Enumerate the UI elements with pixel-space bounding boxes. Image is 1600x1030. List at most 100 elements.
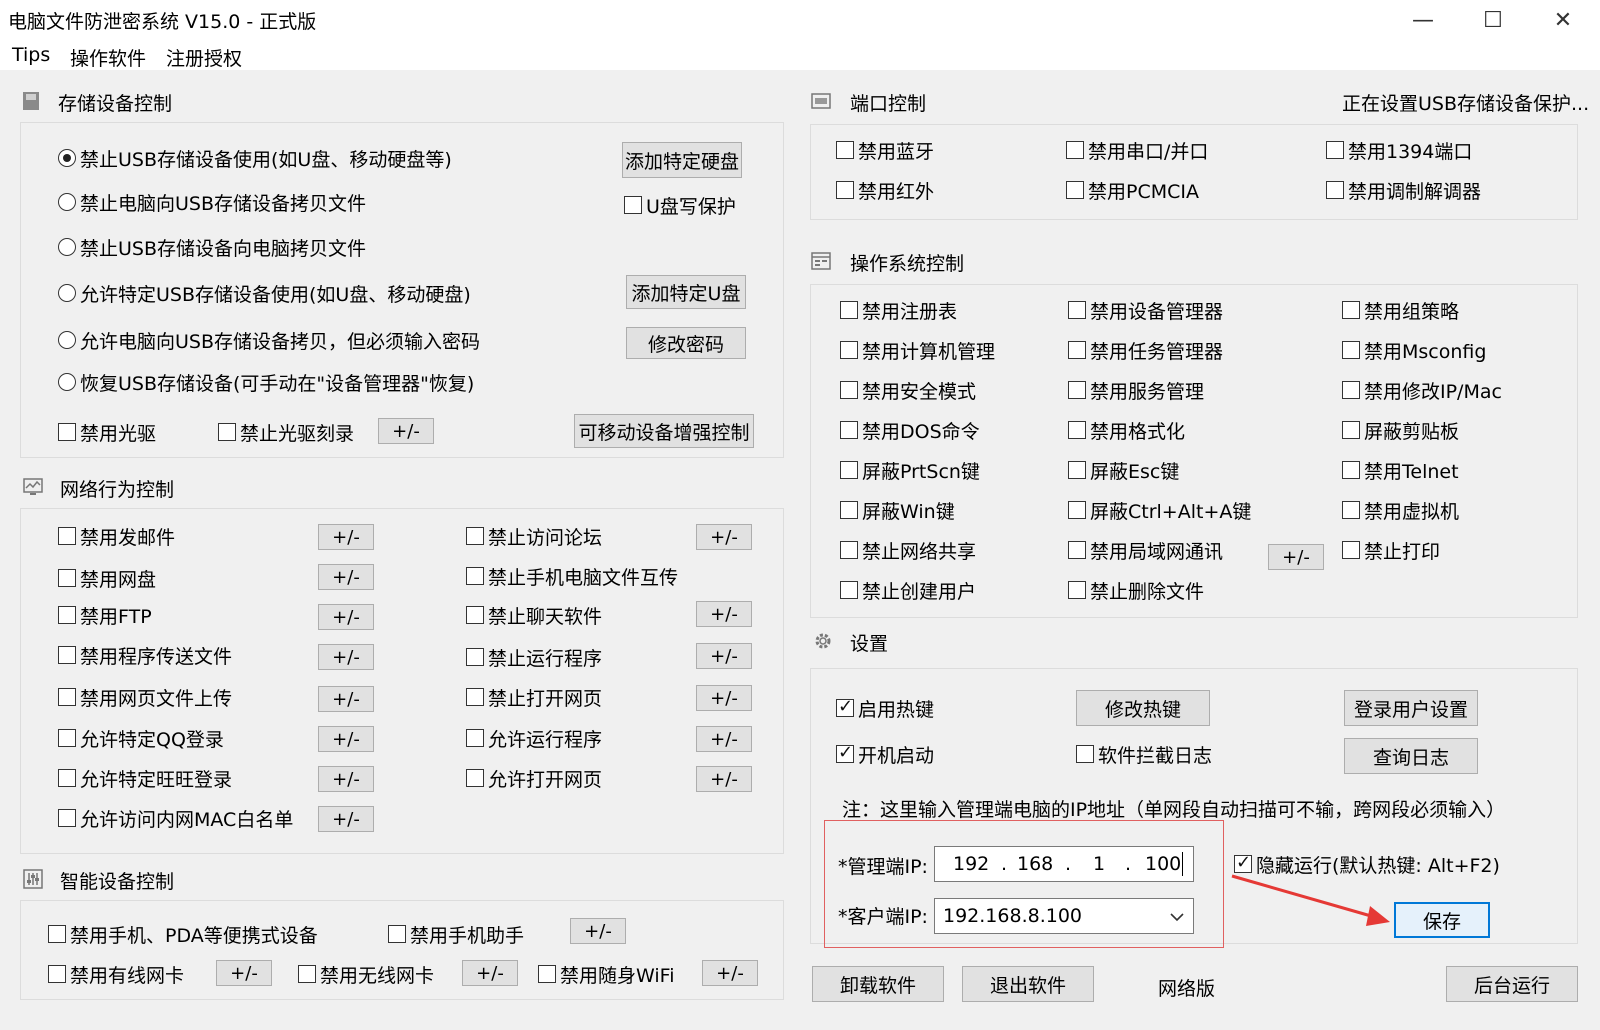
- checkbox-autostart[interactable]: 开机启动: [836, 740, 934, 768]
- radio-restore-usb[interactable]: 恢复USB存储设备(可手动在"设备管理器"恢复): [58, 368, 474, 396]
- checkbox-indicator[interactable]: [466, 567, 484, 585]
- checkbox-disable-cdrom[interactable]: 禁用光驱: [58, 418, 156, 446]
- checkbox-disable-phone-assistant[interactable]: 禁用手机助手: [388, 920, 524, 948]
- checkbox-indicator[interactable]: [466, 688, 484, 706]
- checkbox-disable-portable-devices[interactable]: 禁用手机、PDA等便携式设备: [48, 920, 318, 948]
- checkbox-indicator[interactable]: [1342, 461, 1360, 479]
- radio-allow-specific-usb[interactable]: 允许特定USB存储设备使用(如U盘、移动硬盘): [58, 279, 471, 307]
- checkbox-disable-open-web[interactable]: 禁止打开网页: [466, 683, 602, 711]
- checkbox-indicator[interactable]: [218, 423, 236, 441]
- checkbox-disable-pcmcia[interactable]: 禁用PCMCIA: [1066, 176, 1199, 204]
- checkbox-disable-vm[interactable]: 禁用虚拟机: [1342, 496, 1459, 524]
- add-specific-disk-button[interactable]: 添加特定硬盘: [622, 142, 742, 178]
- client-ip-select[interactable]: 192.168.8.100: [934, 898, 1194, 934]
- change-hotkey-button[interactable]: 修改热键: [1076, 690, 1210, 726]
- checkbox-indicator[interactable]: [58, 729, 76, 747]
- radio-disable-copy-to-usb[interactable]: 禁止电脑向USB存储设备拷贝文件: [58, 188, 366, 216]
- checkbox-indicator[interactable]: [624, 196, 642, 214]
- enhanced-removable-control-button[interactable]: 可移动设备增强控制: [574, 414, 754, 448]
- admin-ip-input[interactable]: 192 . 168 . 1 . 100: [934, 846, 1194, 882]
- checkbox-disable-modem[interactable]: 禁用调制解调器: [1326, 176, 1481, 204]
- checkbox-indicator[interactable]: [298, 965, 316, 983]
- checkbox-allow-open-web[interactable]: 允许打开网页: [466, 764, 602, 792]
- checkbox-disable-service-management[interactable]: 禁用服务管理: [1068, 376, 1204, 404]
- checkbox-indicator[interactable]: [1068, 381, 1086, 399]
- mac-whitelist-plus-minus-button[interactable]: +/-: [318, 806, 374, 832]
- checkbox-disable-format[interactable]: 禁用格式化: [1068, 416, 1185, 444]
- forum-plus-minus-button[interactable]: +/-: [696, 524, 752, 550]
- checkbox-indicator[interactable]: [466, 648, 484, 666]
- checkbox-indicator[interactable]: [1068, 301, 1086, 319]
- checkbox-disable-delete-file[interactable]: 禁止删除文件: [1068, 576, 1204, 604]
- checkbox-disable-1394[interactable]: 禁用1394端口: [1326, 136, 1472, 164]
- checkbox-block-ctrl-alt-a[interactable]: 屏蔽Ctrl+Alt+A键: [1068, 496, 1251, 524]
- checkbox-disable-netdisk[interactable]: 禁用网盘: [58, 564, 156, 592]
- checkbox-disable-phone-transfer[interactable]: 禁止手机电脑文件互传: [466, 562, 678, 590]
- checkbox-indicator[interactable]: [1326, 181, 1344, 199]
- checkbox-indicator[interactable]: [840, 501, 858, 519]
- checkbox-disable-wired-nic[interactable]: 禁用有线网卡: [48, 960, 184, 988]
- checkbox-indicator[interactable]: [1076, 745, 1094, 763]
- checkbox-indicator[interactable]: [466, 769, 484, 787]
- program-transfer-plus-minus-button[interactable]: +/-: [318, 644, 374, 670]
- allow-web-plus-minus-button[interactable]: +/-: [696, 766, 752, 792]
- radio-indicator[interactable]: [58, 284, 76, 302]
- checkbox-indicator[interactable]: [58, 646, 76, 664]
- open-web-plus-minus-button[interactable]: +/-: [696, 685, 752, 711]
- change-password-button[interactable]: 修改密码: [626, 327, 746, 359]
- checkbox-indicator[interactable]: [48, 925, 66, 943]
- run-program-plus-minus-button[interactable]: +/-: [696, 643, 752, 669]
- qq-plus-minus-button[interactable]: +/-: [318, 726, 374, 752]
- radio-indicator[interactable]: [58, 149, 76, 167]
- checkbox-disable-lan-communication[interactable]: 禁用局域网通讯: [1068, 536, 1223, 564]
- checkbox-disable-ftp[interactable]: 禁用FTP: [58, 601, 152, 629]
- uninstall-button[interactable]: 卸载软件: [812, 966, 944, 1002]
- checkbox-disable-program-transfer[interactable]: 禁用程序传送文件: [58, 641, 232, 669]
- checkbox-disable-device-manager[interactable]: 禁用设备管理器: [1068, 296, 1223, 324]
- checkbox-disable-task-manager[interactable]: 禁用任务管理器: [1068, 336, 1223, 364]
- checkbox-indicator[interactable]: [466, 729, 484, 747]
- checkbox-disable-telnet[interactable]: 禁用Telnet: [1342, 456, 1459, 484]
- checkbox-indicator[interactable]: [840, 541, 858, 559]
- radio-indicator[interactable]: [58, 373, 76, 391]
- checkbox-indicator[interactable]: [1068, 581, 1086, 599]
- query-log-button[interactable]: 查询日志: [1344, 738, 1478, 774]
- checkbox-intercept-log[interactable]: 软件拦截日志: [1076, 740, 1212, 768]
- checkbox-indicator[interactable]: [836, 696, 854, 717]
- checkbox-allow-run-program[interactable]: 允许运行程序: [466, 724, 602, 752]
- checkbox-indicator[interactable]: [1342, 381, 1360, 399]
- checkbox-indicator[interactable]: [1342, 301, 1360, 319]
- checkbox-disable-infrared[interactable]: 禁用红外: [836, 176, 934, 204]
- checkbox-indicator[interactable]: [58, 769, 76, 787]
- checkbox-disable-email[interactable]: 禁用发邮件: [58, 522, 175, 550]
- checkbox-indicator[interactable]: [1234, 852, 1252, 873]
- radio-disable-copy-from-usb[interactable]: 禁止USB存储设备向电脑拷贝文件: [58, 233, 366, 261]
- checkbox-indicator[interactable]: [1326, 141, 1344, 159]
- exit-button[interactable]: 退出软件: [962, 966, 1094, 1002]
- checkbox-disable-msconfig[interactable]: 禁用Msconfig: [1342, 336, 1486, 364]
- checkbox-indicator[interactable]: [1066, 181, 1084, 199]
- checkbox-allow-specific-wangwang[interactable]: 允许特定旺旺登录: [58, 764, 232, 792]
- checkbox-indicator[interactable]: [840, 421, 858, 439]
- checkbox-indicator[interactable]: [58, 809, 76, 827]
- maximize-button[interactable]: ☐: [1460, 0, 1526, 40]
- minimize-button[interactable]: —: [1390, 0, 1456, 40]
- chevron-down-icon[interactable]: [1169, 911, 1185, 923]
- checkbox-indicator[interactable]: [1066, 141, 1084, 159]
- checkbox-indicator[interactable]: [58, 569, 76, 587]
- checkbox-disable-burn[interactable]: 禁止光驱刻录: [218, 418, 354, 446]
- checkbox-indicator[interactable]: [840, 381, 858, 399]
- checkbox-block-prtscn[interactable]: 屏蔽PrtScn键: [840, 456, 980, 484]
- radio-indicator[interactable]: [58, 193, 76, 211]
- phone-assistant-plus-minus-button[interactable]: +/-: [570, 918, 626, 944]
- checkbox-disable-wireless-nic[interactable]: 禁用无线网卡: [298, 960, 434, 988]
- checkbox-usb-write-protect[interactable]: U盘写保护: [624, 191, 736, 219]
- checkbox-indicator[interactable]: [1342, 541, 1360, 559]
- checkbox-indicator[interactable]: [840, 581, 858, 599]
- checkbox-indicator[interactable]: [388, 925, 406, 943]
- checkbox-disable-forum[interactable]: 禁止访问论坛: [466, 522, 602, 550]
- checkbox-disable-serial-parallel[interactable]: 禁用串口/并口: [1066, 136, 1208, 164]
- checkbox-block-clipboard[interactable]: 屏蔽剪贴板: [1342, 416, 1459, 444]
- checkbox-allow-mac-whitelist[interactable]: 允许访问内网MAC白名单: [58, 804, 293, 832]
- checkbox-disable-safe-mode[interactable]: 禁用安全模式: [840, 376, 976, 404]
